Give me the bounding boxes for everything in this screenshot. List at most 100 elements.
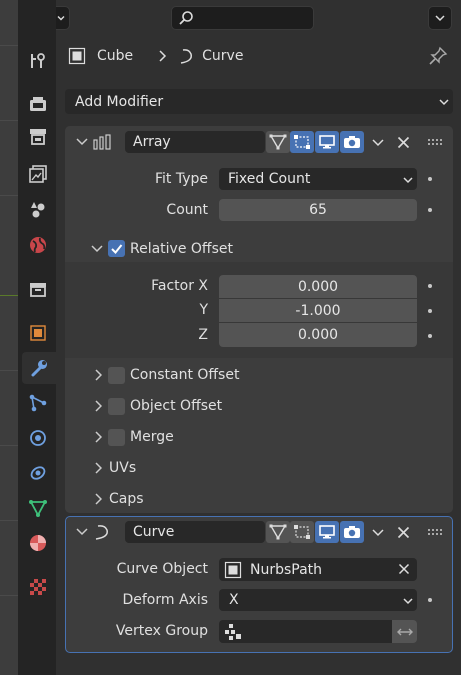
- curve-name-field[interactable]: Curve: [125, 521, 265, 543]
- array-name-value: Array: [133, 134, 171, 150]
- tab-modifiers[interactable]: [22, 352, 56, 384]
- caps-chevron[interactable]: [94, 493, 102, 505]
- on-cage-toggle[interactable]: [290, 131, 314, 153]
- tab-collection[interactable]: [22, 273, 54, 305]
- breadcrumb: Cube Curve: [68, 46, 243, 66]
- object-offset-label: Object Offset: [130, 398, 223, 414]
- factor-x-field[interactable]: 0.000: [219, 275, 417, 298]
- caps-label[interactable]: Caps: [109, 491, 144, 507]
- constant-offset-checkbox[interactable]: [108, 367, 125, 384]
- tab-tool[interactable]: [22, 45, 54, 77]
- factor-x-value: 0.000: [297, 278, 339, 295]
- keyframe-dot[interactable]: [428, 208, 432, 212]
- curve-object-field[interactable]: NurbsPath: [219, 558, 417, 581]
- viewport-toggle[interactable]: [315, 131, 339, 153]
- merge-chevron[interactable]: [94, 431, 102, 443]
- camera-icon: [344, 136, 360, 148]
- chevron-down-icon[interactable]: [372, 528, 384, 537]
- tab-particles[interactable]: [22, 387, 54, 419]
- keyframe-dot[interactable]: [428, 598, 432, 602]
- fit-type-dropdown[interactable]: Fixed Count: [219, 168, 417, 190]
- tab-material[interactable]: [22, 527, 54, 559]
- keyframe-dot[interactable]: [428, 177, 432, 181]
- edit-mode-toggle[interactable]: [266, 131, 290, 153]
- factor-z-value: 0.000: [297, 327, 339, 343]
- invert-vertex-group-button[interactable]: [392, 620, 417, 643]
- on-cage-icon: [294, 135, 310, 149]
- vertex-group-field[interactable]: [219, 620, 392, 643]
- object-offset-checkbox[interactable]: [108, 398, 125, 415]
- keyframe-dot[interactable]: [428, 284, 432, 288]
- tab-constraints[interactable]: [22, 457, 54, 489]
- deform-axis-dropdown[interactable]: X: [219, 589, 417, 611]
- edit-mode-toggle[interactable]: [266, 521, 290, 543]
- tab-scene[interactable]: [22, 193, 54, 225]
- constraints-icon: [30, 466, 46, 480]
- curve-icon: [181, 49, 193, 64]
- viewport-toggle[interactable]: [315, 521, 339, 543]
- object-icon: [224, 561, 242, 578]
- close-icon[interactable]: [397, 526, 410, 539]
- uvs-chevron[interactable]: [94, 462, 102, 474]
- camera-icon: [344, 526, 360, 538]
- pin-button[interactable]: [428, 46, 450, 68]
- render-icon: [30, 97, 46, 111]
- texture-icon: [30, 579, 46, 595]
- tab-render[interactable]: [22, 88, 54, 120]
- constant-offset-chevron[interactable]: [94, 369, 102, 381]
- tab-data[interactable]: [22, 492, 54, 524]
- merge-label: Merge: [130, 429, 174, 445]
- pin-icon: [429, 46, 448, 65]
- array-name-field[interactable]: Array: [125, 131, 265, 153]
- clear-icon[interactable]: [398, 563, 410, 575]
- factor-y-field[interactable]: -1.000: [219, 299, 417, 322]
- tab-physics[interactable]: [22, 422, 54, 454]
- relative-offset-chevron[interactable]: [91, 244, 103, 253]
- drag-handle-icon[interactable]: [428, 528, 444, 536]
- object-offset-chevron[interactable]: [94, 400, 102, 412]
- count-value: 65: [309, 202, 327, 218]
- close-icon[interactable]: [397, 136, 410, 149]
- render-toggle[interactable]: [340, 131, 364, 153]
- chevron-down-icon: [403, 598, 413, 605]
- tab-world[interactable]: [22, 229, 54, 261]
- checkmark-icon: [111, 244, 123, 254]
- array-collapse-chevron[interactable]: [76, 137, 88, 147]
- arrows-horizontal-icon: [396, 628, 413, 635]
- viewport-edge: [0, 0, 18, 675]
- curve-object-value: NurbsPath: [250, 561, 323, 578]
- keyframe-dot[interactable]: [428, 334, 432, 338]
- deform-axis-value: X: [229, 592, 239, 608]
- fit-type-value: Fixed Count: [228, 171, 311, 187]
- view-layer-icon: [29, 165, 47, 183]
- uvs-label[interactable]: UVs: [109, 460, 136, 476]
- on-cage-toggle[interactable]: [290, 521, 314, 543]
- tab-object[interactable]: [22, 317, 54, 349]
- search-input[interactable]: [171, 6, 314, 30]
- count-field[interactable]: 65: [219, 199, 417, 221]
- render-toggle[interactable]: [340, 521, 364, 543]
- chevron-right-icon: [159, 50, 167, 62]
- object-icon: [30, 325, 46, 341]
- add-modifier-dropdown[interactable]: Add Modifier: [65, 89, 453, 114]
- curve-collapse-chevron[interactable]: [76, 527, 88, 537]
- vertex-group-label: Vertex Group: [115, 623, 208, 639]
- monitor-icon: [319, 525, 335, 539]
- tool-icon: [31, 53, 45, 68]
- tab-texture[interactable]: [22, 571, 54, 603]
- wrench-icon: [31, 360, 47, 377]
- deform-axis-label: Deform Axis: [122, 592, 208, 608]
- options-dropdown-button[interactable]: [428, 6, 452, 30]
- drag-handle-icon[interactable]: [428, 138, 444, 146]
- factor-z-field[interactable]: 0.000: [219, 323, 417, 347]
- merge-checkbox[interactable]: [108, 429, 125, 446]
- chevron-down-icon: [439, 99, 449, 106]
- chevron-down-icon[interactable]: [372, 138, 384, 147]
- chevron-down-icon: [435, 15, 445, 22]
- tab-view-layer[interactable]: [22, 158, 54, 190]
- keyframe-dot[interactable]: [428, 309, 432, 313]
- factor-z-label: Z: [198, 327, 208, 343]
- relative-offset-checkbox[interactable]: [108, 240, 125, 257]
- tab-output[interactable]: [22, 121, 54, 153]
- count-label: Count: [166, 202, 208, 218]
